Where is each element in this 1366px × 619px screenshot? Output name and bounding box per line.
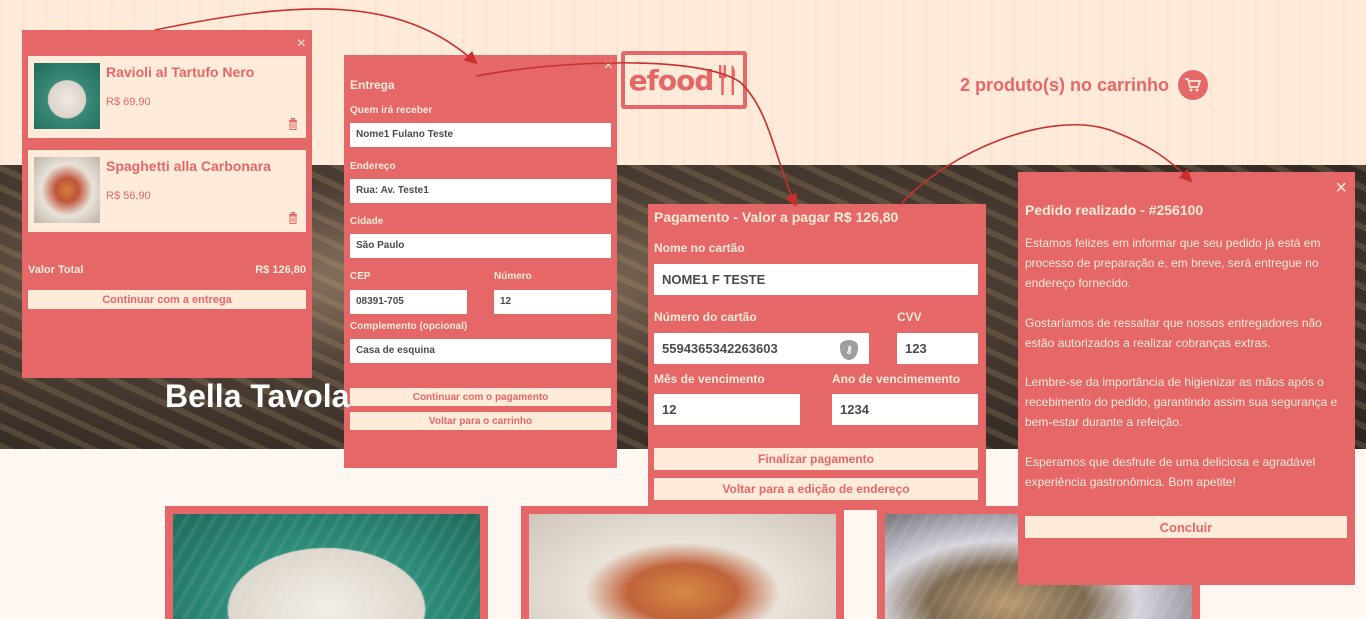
- dish-thumbnail: [34, 157, 100, 223]
- cart-item-name: Spaghetti alla Carbonara: [106, 158, 271, 174]
- efood-logo[interactable]: efood: [621, 51, 747, 109]
- cep-input[interactable]: 08391-705: [350, 290, 467, 314]
- card-name-input[interactable]: NOME1 F TESTE: [654, 264, 978, 295]
- city-label: Cidade: [350, 216, 384, 227]
- month-label: Mês de vencimento: [654, 372, 765, 386]
- conclude-button[interactable]: Concluir: [1025, 516, 1347, 538]
- confirmation-paragraph: Gostaríamos de ressaltar que nossos entr…: [1025, 316, 1322, 350]
- close-icon[interactable]: ×: [297, 36, 306, 52]
- dish-card[interactable]: [165, 506, 488, 619]
- trash-icon[interactable]: [288, 118, 298, 133]
- delivery-title: Entrega: [350, 78, 395, 92]
- cart-icon[interactable]: [1178, 70, 1208, 100]
- card-number-input[interactable]: 5594365342263603: [654, 333, 869, 364]
- card-name-label: Nome no cartão: [654, 241, 745, 255]
- logo-text: efood: [628, 63, 715, 97]
- cart-item: Spaghetti alla Carbonara R$ 56,90: [28, 150, 306, 232]
- total-row: Valor Total R$ 126,80: [28, 264, 306, 276]
- cvv-label: CVV: [897, 310, 922, 324]
- address-label: Endereço: [350, 161, 396, 172]
- total-value: R$ 126,80: [255, 264, 306, 276]
- cep-label: CEP: [350, 271, 371, 282]
- back-to-address-button[interactable]: Voltar para a edição de endereço: [654, 478, 978, 500]
- cart-panel: × Ravioli al Tartufo Nero R$ 69,90 Spagh…: [22, 30, 312, 378]
- dish-card[interactable]: [521, 506, 844, 619]
- cart-item-name: Ravioli al Tartufo Nero: [106, 64, 255, 80]
- year-label: Ano de vencimemento: [832, 372, 961, 386]
- order-confirmation-panel: × Pedido realizado - #256100 Estamos fel…: [1018, 172, 1355, 585]
- order-title: Pedido realizado - #256100: [1025, 202, 1204, 218]
- dish-image: [173, 514, 480, 619]
- back-to-cart-button[interactable]: Voltar para o carrinho: [350, 412, 611, 430]
- finish-payment-button[interactable]: Finalizar pagamento: [654, 448, 978, 470]
- month-input[interactable]: 12: [654, 394, 800, 425]
- continue-to-payment-button[interactable]: Continuar com o pagamento: [350, 388, 611, 406]
- complement-input[interactable]: Casa de esquina: [350, 339, 611, 363]
- continue-to-delivery-button[interactable]: Continuar com a entrega: [28, 290, 306, 309]
- cart-item-price: R$ 69,90: [106, 96, 151, 108]
- confirmation-paragraph: Lembre-se da importância de higienizar a…: [1025, 375, 1338, 429]
- dish-image: [529, 514, 836, 619]
- trash-icon[interactable]: [288, 212, 298, 227]
- number-input[interactable]: 12: [494, 290, 611, 314]
- confirmation-paragraph: Estamos felizes em informar que seu pedi…: [1025, 236, 1321, 290]
- close-icon[interactable]: ×: [1335, 178, 1347, 198]
- address-input[interactable]: Rua: Av. Teste1: [350, 179, 611, 203]
- cart-item: Ravioli al Tartufo Nero R$ 69,90: [28, 56, 306, 138]
- number-label: Número: [494, 271, 532, 282]
- card-number-label: Número do cartão: [654, 310, 757, 324]
- year-input[interactable]: 1234: [832, 394, 978, 425]
- city-input[interactable]: São Paulo: [350, 234, 611, 258]
- dish-thumbnail: [34, 63, 100, 129]
- fork-knife-icon: [719, 65, 736, 95]
- restaurant-name: Bella Tavola: [165, 378, 350, 414]
- close-icon[interactable]: ×: [604, 58, 613, 74]
- payment-title: Pagamento - Valor a pagar R$ 126,80: [654, 209, 899, 225]
- cart-count-text: 2 produto(s) no carrinho: [960, 74, 1169, 95]
- confirmation-paragraph: Esperamos que desfrute de uma deliciosa …: [1025, 455, 1316, 489]
- total-label: Valor Total: [28, 264, 84, 276]
- cvv-input[interactable]: 123: [897, 333, 978, 364]
- cart-link[interactable]: 2 produto(s) no carrinho: [960, 70, 1208, 100]
- delivery-panel: × Entrega Quem irá receber Nome1 Fulano …: [344, 55, 617, 468]
- complement-label: Complemento (opcional): [350, 321, 468, 332]
- cart-item-price: R$ 56,90: [106, 190, 151, 202]
- payment-panel: Pagamento - Valor a pagar R$ 126,80 Nome…: [648, 204, 986, 510]
- receiver-input[interactable]: Nome1 Fulano Teste: [350, 123, 611, 147]
- receiver-label: Quem irá receber: [350, 105, 433, 116]
